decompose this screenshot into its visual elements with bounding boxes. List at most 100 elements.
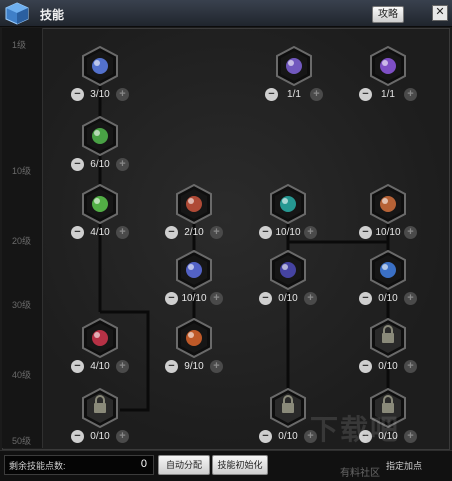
skill-node-s9[interactable]: − 10/10 + bbox=[165, 250, 223, 316]
skill-node-s7[interactable]: − 10/10 + bbox=[259, 184, 317, 250]
skill-point-controls: − 10/10 + bbox=[259, 226, 317, 242]
skill-icon[interactable] bbox=[175, 318, 213, 358]
skill-level-count: 1/1 bbox=[381, 89, 395, 100]
remaining-points-value: 0 bbox=[140, 458, 147, 470]
skill-icon[interactable] bbox=[175, 184, 213, 224]
skill-point-controls: − 4/10 + bbox=[71, 226, 129, 242]
decrease-skill-button[interactable]: − bbox=[359, 360, 372, 373]
skill-icon[interactable] bbox=[175, 250, 213, 290]
decrease-skill-button[interactable]: − bbox=[71, 158, 84, 171]
decrease-skill-button[interactable]: − bbox=[259, 430, 272, 443]
skill-level-count: 9/10 bbox=[184, 361, 204, 372]
remaining-points-label: 剩余技能点数: bbox=[9, 461, 66, 471]
increase-skill-button[interactable]: + bbox=[304, 292, 317, 305]
skill-point-controls: − 0/10 + bbox=[259, 430, 317, 446]
skill-point-controls: − 9/10 + bbox=[165, 360, 223, 376]
increase-skill-button[interactable]: + bbox=[116, 360, 129, 373]
decrease-skill-button[interactable]: − bbox=[71, 88, 84, 101]
skill-level-count: 3/10 bbox=[90, 89, 110, 100]
skill-node-s1[interactable]: − 3/10 + bbox=[71, 46, 129, 112]
reset-skills-button[interactable]: 技能初始化 bbox=[212, 455, 268, 475]
decrease-skill-button[interactable]: − bbox=[71, 360, 84, 373]
increase-skill-button[interactable]: + bbox=[210, 292, 223, 305]
skill-icon[interactable] bbox=[81, 116, 119, 156]
increase-skill-button[interactable]: + bbox=[404, 88, 417, 101]
skill-icon[interactable] bbox=[369, 250, 407, 290]
decrease-skill-button[interactable]: − bbox=[165, 226, 178, 239]
increase-skill-button[interactable]: + bbox=[116, 158, 129, 171]
increase-skill-button[interactable]: + bbox=[210, 360, 223, 373]
skill-icon[interactable] bbox=[275, 46, 313, 86]
decrease-skill-button[interactable]: − bbox=[359, 292, 372, 305]
decrease-skill-button[interactable]: − bbox=[165, 292, 178, 305]
skill-level-count: 10/10 bbox=[181, 293, 207, 304]
skill-node-s10[interactable]: − 0/10 + bbox=[259, 250, 317, 316]
skill-icon[interactable] bbox=[369, 184, 407, 224]
skill-node-s14[interactable]: − 0/10 + bbox=[359, 318, 417, 384]
lock-icon[interactable] bbox=[269, 388, 307, 428]
increase-skill-button[interactable]: + bbox=[404, 360, 417, 373]
skill-level-count: 10/10 bbox=[275, 227, 301, 238]
skill-node-s12[interactable]: − 4/10 + bbox=[71, 318, 129, 384]
decrease-skill-button[interactable]: − bbox=[71, 226, 84, 239]
skill-level-count: 0/10 bbox=[378, 293, 398, 304]
skill-level-count: 0/10 bbox=[378, 361, 398, 372]
decrease-skill-button[interactable]: − bbox=[359, 88, 372, 101]
skill-point-controls: − 0/10 + bbox=[259, 292, 317, 308]
decrease-skill-button[interactable]: − bbox=[265, 88, 278, 101]
auto-assign-button[interactable]: 自动分配 bbox=[158, 455, 210, 475]
skill-level-count: 0/10 bbox=[278, 431, 298, 442]
skill-icon[interactable] bbox=[81, 184, 119, 224]
skill-icon[interactable] bbox=[269, 184, 307, 224]
skill-level-count: 4/10 bbox=[90, 361, 110, 372]
increase-skill-button[interactable]: + bbox=[116, 430, 129, 443]
skill-level-count: 4/10 bbox=[90, 227, 110, 238]
skill-level-count: 6/10 bbox=[90, 159, 110, 170]
skill-node-s11[interactable]: − 0/10 + bbox=[359, 250, 417, 316]
bottom-bar: 剩余技能点数: 0 自动分配 技能初始化 指定加点 bbox=[0, 450, 452, 481]
designate-points-label: 指定加点 bbox=[386, 461, 423, 471]
increase-skill-button[interactable]: + bbox=[116, 226, 129, 239]
skill-node-s3[interactable]: − 1/1 + bbox=[359, 46, 417, 112]
skill-point-controls: − 6/10 + bbox=[71, 158, 129, 174]
skill-point-controls: − 0/10 + bbox=[359, 292, 417, 308]
remaining-points-box: 剩余技能点数: 0 bbox=[4, 455, 154, 475]
skill-point-controls: − 10/10 + bbox=[165, 292, 223, 308]
skill-point-controls: − 3/10 + bbox=[71, 88, 129, 104]
increase-skill-button[interactable]: + bbox=[116, 88, 129, 101]
decrease-skill-button[interactable]: − bbox=[359, 226, 372, 239]
decrease-skill-button[interactable]: − bbox=[259, 226, 272, 239]
decrease-skill-button[interactable]: − bbox=[165, 360, 178, 373]
skill-icon[interactable] bbox=[81, 318, 119, 358]
skill-point-controls: − 2/10 + bbox=[165, 226, 223, 242]
watermark-logo: 下载吧 bbox=[310, 414, 401, 445]
increase-skill-button[interactable]: + bbox=[210, 226, 223, 239]
skill-point-controls: − 4/10 + bbox=[71, 360, 129, 376]
increase-skill-button[interactable]: + bbox=[310, 88, 323, 101]
skill-point-controls: − 0/10 + bbox=[359, 360, 417, 376]
skill-icon[interactable] bbox=[369, 46, 407, 86]
skill-icon[interactable] bbox=[269, 250, 307, 290]
skill-node-s4[interactable]: − 6/10 + bbox=[71, 116, 129, 182]
skill-node-s8[interactable]: − 10/10 + bbox=[359, 184, 417, 250]
skill-level-count: 1/1 bbox=[287, 89, 301, 100]
skill-node-s16[interactable]: − 0/10 + bbox=[259, 388, 317, 454]
increase-skill-button[interactable]: + bbox=[404, 292, 417, 305]
skill-node-s13[interactable]: − 9/10 + bbox=[165, 318, 223, 384]
skill-node-s15[interactable]: − 0/10 + bbox=[71, 388, 129, 454]
lock-icon[interactable] bbox=[369, 318, 407, 358]
skill-level-count: 2/10 bbox=[184, 227, 204, 238]
skill-icon[interactable] bbox=[81, 46, 119, 86]
increase-skill-button[interactable]: + bbox=[304, 226, 317, 239]
increase-skill-button[interactable]: + bbox=[404, 430, 417, 443]
increase-skill-button[interactable]: + bbox=[404, 226, 417, 239]
lock-icon[interactable] bbox=[81, 388, 119, 428]
decrease-skill-button[interactable]: − bbox=[259, 292, 272, 305]
decrease-skill-button[interactable]: − bbox=[71, 430, 84, 443]
skill-node-s2[interactable]: − 1/1 + bbox=[265, 46, 323, 112]
skill-node-s5[interactable]: − 4/10 + bbox=[71, 184, 129, 250]
skill-node-s6[interactable]: − 2/10 + bbox=[165, 184, 223, 250]
skill-level-count: 0/10 bbox=[90, 431, 110, 442]
skill-point-controls: − 1/1 + bbox=[359, 88, 417, 104]
skill-level-count: 10/10 bbox=[375, 227, 401, 238]
